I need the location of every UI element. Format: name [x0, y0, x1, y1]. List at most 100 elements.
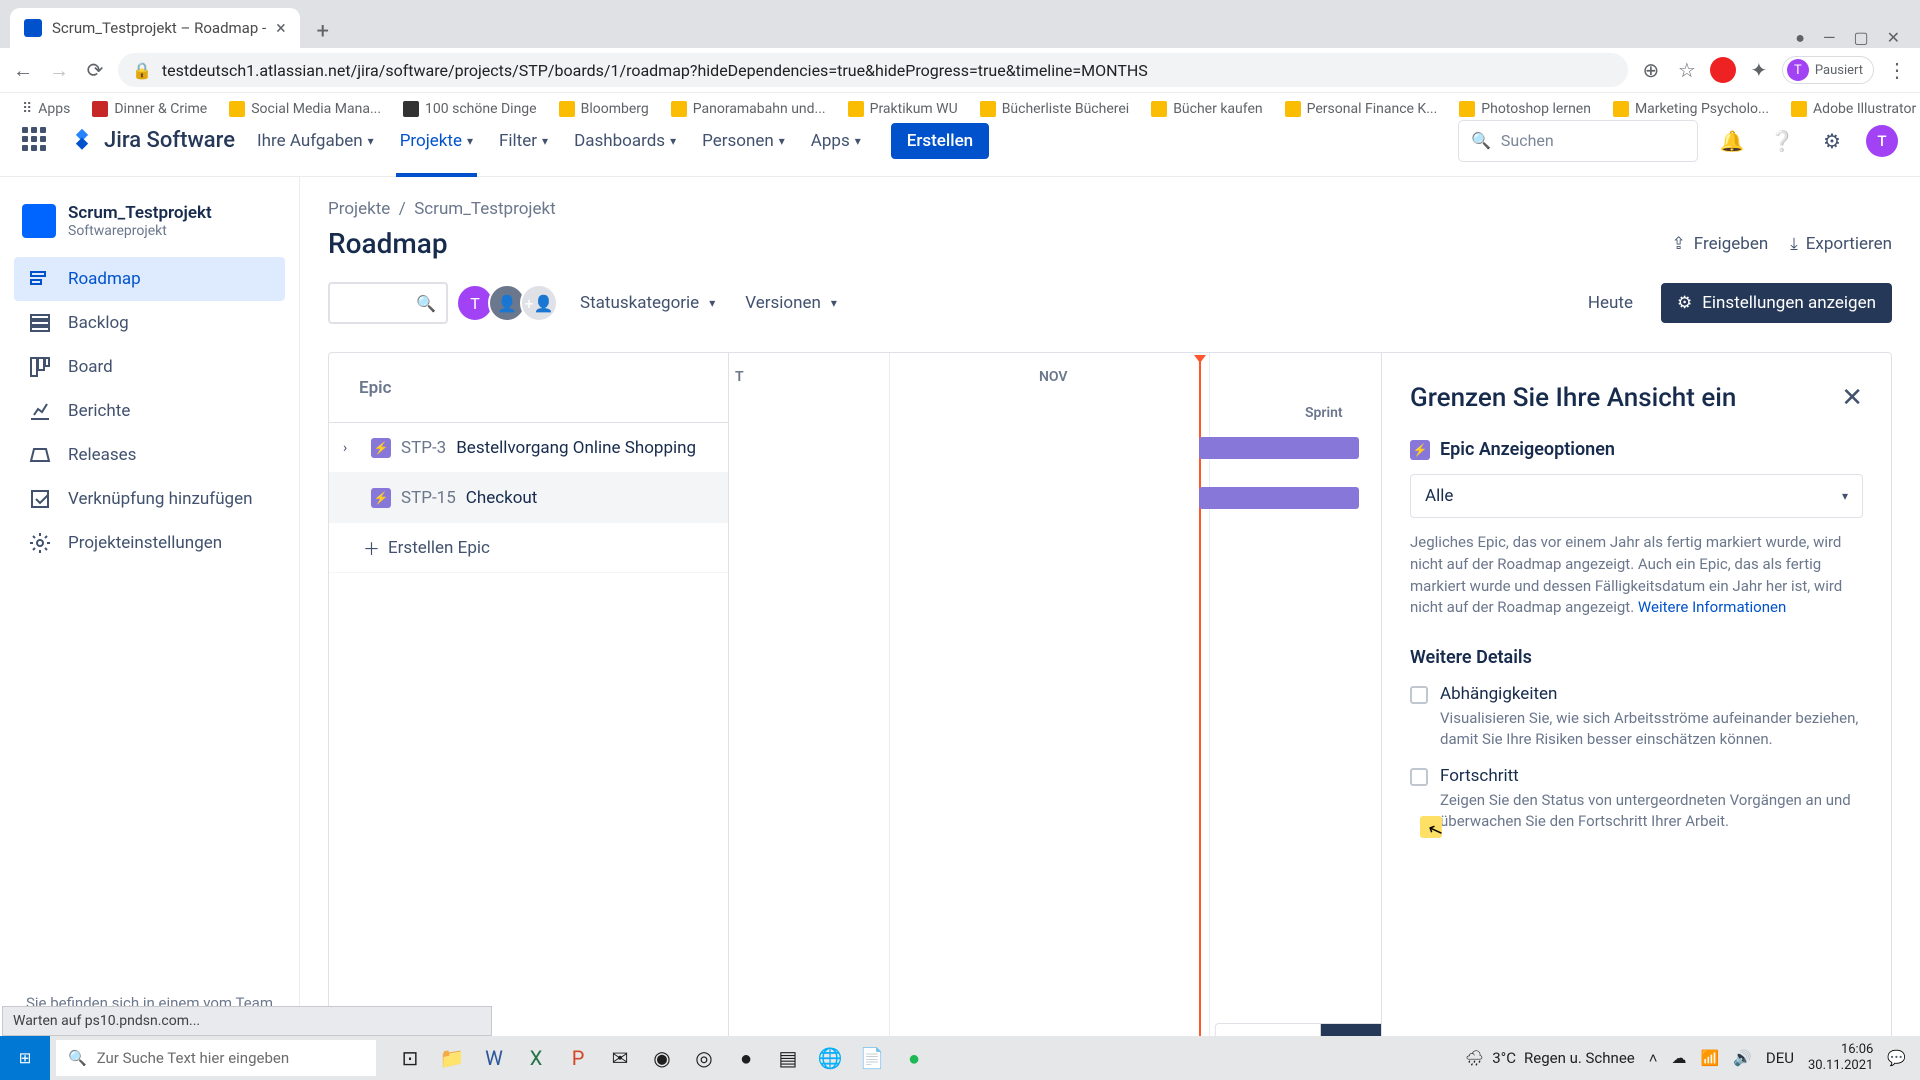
progress-checkbox[interactable] — [1410, 768, 1428, 786]
share-button[interactable]: ⇪Freigeben — [1672, 234, 1769, 254]
powerpoint-icon[interactable]: P — [558, 1038, 598, 1078]
nav-filters[interactable]: Filter▾ — [495, 105, 552, 177]
bookmark-item[interactable]: Dinner & Crime — [84, 97, 215, 121]
notepad-icon[interactable]: 📄 — [852, 1038, 892, 1078]
crumb-project[interactable]: Scrum_Testprojekt — [414, 199, 555, 219]
more-info-link[interactable]: Weitere Informationen — [1638, 598, 1786, 616]
back-button[interactable]: ← — [10, 57, 36, 83]
kebab-menu-icon[interactable]: ⋮ — [1884, 57, 1910, 83]
breadcrumbs: Projekte / Scrum_Testprojekt — [328, 199, 1892, 219]
bookmark-item[interactable]: Photoshop lernen — [1451, 97, 1599, 121]
search-input[interactable]: 🔍 Suchen — [1458, 120, 1698, 162]
today-button[interactable]: Heute — [1574, 285, 1647, 321]
epic-row[interactable]: ⚡ STP-15 Checkout — [329, 473, 728, 523]
taskbar-search[interactable]: 🔍 Zur Suche Text hier eingeben — [56, 1040, 376, 1076]
expand-icon[interactable]: › — [343, 440, 361, 456]
obs-icon[interactable]: ◎ — [684, 1038, 724, 1078]
add-people-icon[interactable]: +👤 — [520, 284, 558, 322]
sidebar-project-settings[interactable]: Projekteinstellungen — [14, 521, 285, 565]
status-tooltip: Warten auf ps10.pndsn.com... — [2, 1006, 492, 1036]
bookmark-item[interactable]: Personal Finance K... — [1277, 97, 1446, 121]
epic-icon: ⚡ — [371, 438, 391, 458]
abp-extension-icon[interactable] — [1710, 57, 1736, 83]
epic-bar[interactable] — [1199, 437, 1359, 459]
excel-icon[interactable]: X — [516, 1038, 556, 1078]
nav-people[interactable]: Personen▾ — [698, 105, 789, 177]
onedrive-icon[interactable]: ☁ — [1672, 1049, 1687, 1067]
epic-bar[interactable] — [1199, 487, 1359, 509]
month-label: T — [735, 369, 744, 385]
bookmark-star-icon[interactable]: ☆ — [1674, 57, 1700, 83]
start-button[interactable]: ⊞ — [0, 1036, 50, 1080]
crumb-projects[interactable]: Projekte — [328, 199, 390, 219]
status-category-filter[interactable]: Statuskategorie▾ — [572, 293, 723, 313]
forward-button[interactable]: → — [46, 57, 72, 83]
account-icon[interactable]: ● — [1795, 28, 1805, 48]
roadmap-search-input[interactable]: 🔍 — [328, 282, 448, 324]
panel-title: Grenzen Sie Ihre Ansicht ein — [1410, 383, 1841, 413]
wifi-icon[interactable]: 📶 — [1701, 1049, 1720, 1067]
word-icon[interactable]: W — [474, 1038, 514, 1078]
sidebar-board[interactable]: Board — [14, 345, 285, 389]
project-header[interactable]: Scrum_Testprojekt Softwareprojekt — [14, 199, 285, 257]
bookmark-item[interactable]: Marketing Psycholo... — [1605, 97, 1777, 121]
volume-icon[interactable]: 🔊 — [1733, 1049, 1752, 1067]
epic-display-select[interactable]: Alle ▾ — [1410, 474, 1863, 518]
epic-row[interactable]: › ⚡ STP-3 Bestellvorgang Online Shopping — [329, 423, 728, 473]
sidebar-reports[interactable]: Berichte — [14, 389, 285, 433]
create-button[interactable]: Erstellen — [891, 123, 989, 159]
extensions-icon[interactable]: ✦ — [1746, 57, 1772, 83]
nav-your-work[interactable]: Ihre Aufgaben▾ — [253, 105, 378, 177]
view-settings-button[interactable]: ⚙Einstellungen anzeigen — [1661, 283, 1892, 323]
tray-chevron-icon[interactable]: ˄ — [1649, 1049, 1658, 1067]
bookmark-item[interactable]: Adobe Illustrator — [1783, 97, 1920, 121]
sidebar-add-link[interactable]: Verknüpfung hinzufügen — [14, 477, 285, 521]
spotify-icon[interactable]: ● — [894, 1038, 934, 1078]
nav-apps[interactable]: Apps▾ — [807, 105, 865, 177]
app-icon[interactable]: ▤ — [768, 1038, 808, 1078]
bookmark-item[interactable]: Bücher kaufen — [1143, 97, 1270, 121]
edge-icon[interactable]: 🌐 — [810, 1038, 850, 1078]
task-view-icon[interactable]: ⊡ — [390, 1038, 430, 1078]
versions-filter[interactable]: Versionen▾ — [737, 293, 845, 313]
reload-button[interactable]: ⟳ — [82, 57, 108, 83]
weather-widget[interactable]: 🌧 3°C Regen u. Schnee — [1465, 1049, 1635, 1067]
browser-tab[interactable]: Scrum_Testprojekt – Roadmap - × — [10, 8, 300, 48]
new-tab-button[interactable]: + — [306, 14, 340, 48]
address-bar[interactable]: 🔒 testdeutsch1.atlassian.net/jira/softwa… — [118, 53, 1628, 87]
chrome-icon[interactable]: ◉ — [642, 1038, 682, 1078]
zoom-icon[interactable]: ⊕ — [1638, 57, 1664, 83]
notifications-icon[interactable]: 🔔 — [1716, 125, 1748, 157]
maximize-icon[interactable]: ▢ — [1853, 28, 1868, 48]
file-explorer-icon[interactable]: 📁 — [432, 1038, 472, 1078]
notifications-tray-icon[interactable]: 💬 — [1887, 1049, 1906, 1067]
sidebar-roadmap[interactable]: Roadmap — [14, 257, 285, 301]
create-epic-button[interactable]: ＋ Erstellen Epic — [329, 523, 728, 573]
sidebar-releases[interactable]: Releases — [14, 433, 285, 477]
help-icon[interactable]: ❔ — [1766, 125, 1798, 157]
bookmark-item[interactable]: Bücherliste Bücherei — [972, 97, 1138, 121]
export-button[interactable]: ⤓Exportieren — [1790, 234, 1892, 254]
close-panel-icon[interactable]: ✕ — [1841, 383, 1863, 413]
mail-icon[interactable]: ✉ — [600, 1038, 640, 1078]
close-tab-icon[interactable]: × — [276, 18, 286, 39]
nav-dashboards[interactable]: Dashboards▾ — [570, 105, 680, 177]
bookmark-apps[interactable]: ⠿Apps — [14, 97, 78, 121]
profile-button[interactable]: TPausiert — [1782, 56, 1874, 84]
language-indicator[interactable]: DEU — [1766, 1049, 1794, 1067]
project-sidebar: Scrum_Testprojekt Softwareprojekt Roadma… — [0, 177, 300, 1080]
clock[interactable]: 16:06 30.11.2021 — [1808, 1042, 1873, 1073]
close-window-icon[interactable]: ✕ — [1887, 28, 1900, 48]
settings-icon[interactable]: ⚙ — [1816, 125, 1848, 157]
search-icon: 🔍 — [416, 294, 436, 313]
app-switcher-icon[interactable] — [22, 127, 50, 155]
app-icon[interactable]: ● — [726, 1038, 766, 1078]
assignee-filter[interactable]: T 👤 +👤 — [462, 284, 558, 322]
nav-projects[interactable]: Projekte▾ — [396, 105, 477, 177]
jira-logo[interactable]: Jira Software — [68, 127, 235, 155]
dependencies-checkbox[interactable] — [1410, 686, 1428, 704]
profile-avatar[interactable]: T — [1866, 125, 1898, 157]
epic-options-label: Epic Anzeigeoptionen — [1440, 439, 1615, 460]
sidebar-backlog[interactable]: Backlog — [14, 301, 285, 345]
minimize-icon[interactable]: — — [1823, 28, 1836, 48]
